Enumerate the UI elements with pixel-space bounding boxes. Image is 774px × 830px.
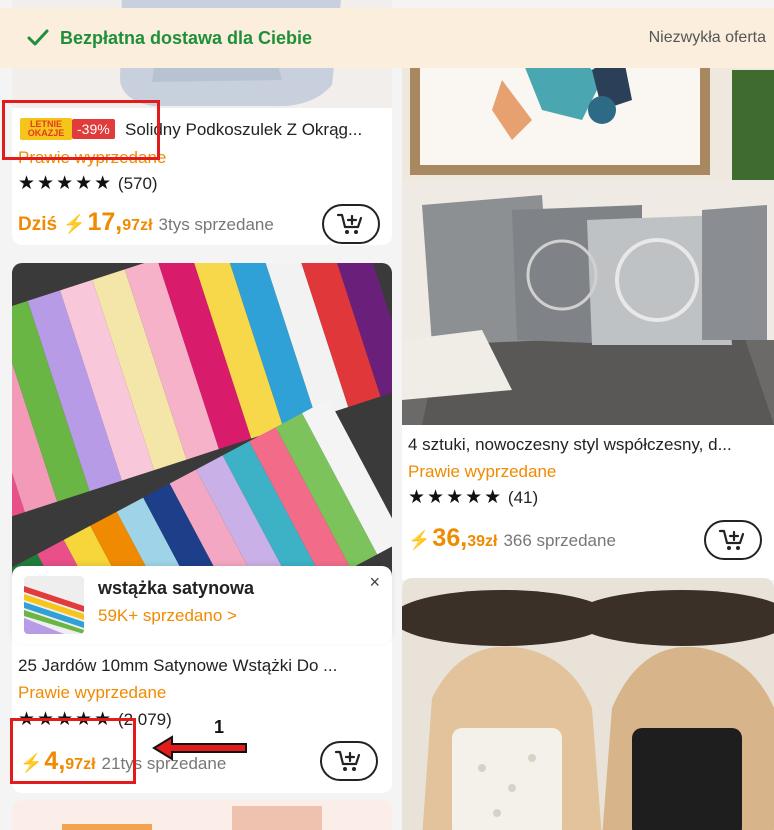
free-shipping-banner[interactable]: Bezpłatna dostawa dla Ciebie Niezwykła o… [0, 8, 774, 68]
price-prefix: Dziś [18, 214, 58, 235]
search-suggestion-popup[interactable]: wstążka satynowa 59K+ sprzedano > × [12, 566, 392, 644]
rating-stars: ★★★★★ [18, 173, 114, 194]
product-card-partial[interactable] [12, 800, 392, 830]
annotation-arrow-icon [152, 735, 247, 761]
stock-status: Prawie wyprzedane [18, 683, 167, 702]
check-icon [27, 29, 49, 46]
suggestion-title[interactable]: wstążka satynowa [98, 578, 254, 599]
price-decimal: 39zł [467, 533, 498, 550]
close-icon[interactable]: × [369, 572, 380, 593]
suggestion-thumbnail [24, 576, 84, 634]
product-title[interactable]: Solidny Podkoszulek Z Okrąg... [125, 120, 390, 140]
price-integer: 36, [432, 524, 468, 552]
banner-left-group: Bezpłatna dostawa dla Ciebie [26, 26, 312, 50]
cart-plus-icon [718, 529, 745, 550]
sold-count: 3tys sprzedane [158, 215, 274, 234]
add-to-cart-button[interactable] [320, 741, 378, 781]
product-image-ribbons[interactable] [12, 263, 392, 583]
cart-plus-icon [334, 750, 361, 771]
app-screen: 4 sztuki, nowoczesny styl współczesny, d… [0, 0, 774, 830]
special-offer-link[interactable]: Niezwykła oferta [649, 29, 766, 47]
product-image-tops[interactable] [402, 578, 774, 830]
rating-row: ★★★★★ (41) [408, 486, 538, 509]
add-to-cart-button[interactable] [704, 520, 762, 560]
stock-status: Prawie wyprzedane [408, 462, 557, 481]
annotation-box-price [10, 718, 136, 784]
bolt-icon: ⚡ [408, 530, 431, 550]
product-card-tops[interactable] [402, 578, 774, 830]
review-count: (41) [507, 488, 539, 507]
price-decimal: 97zł [122, 217, 153, 234]
product-image-pillows[interactable] [402, 40, 774, 425]
product-title[interactable]: 4 sztuki, nowoczesny styl współczesny, d… [408, 435, 768, 455]
rating-stars: ★★★★★ [408, 487, 504, 508]
product-card-ribbons[interactable]: 25 Jardów 10mm Satynowe Wstążki Do ... P… [12, 263, 392, 793]
sold-count: 366 sprzedane [503, 531, 616, 550]
suggestion-sold-link[interactable]: 59K+ sprzedano > [98, 606, 237, 626]
product-title[interactable]: 25 Jardów 10mm Satynowe Wstążki Do ... [18, 656, 386, 676]
price-integer: 17, [87, 208, 123, 236]
review-count: (570) [117, 174, 158, 193]
annotation-box-discount [2, 100, 160, 160]
add-to-cart-button[interactable] [322, 204, 380, 244]
cart-plus-icon [336, 213, 363, 234]
product-image-partial [12, 800, 392, 830]
product-card-pillows[interactable]: 4 sztuki, nowoczesny styl współczesny, d… [402, 40, 774, 580]
banner-title: Bezpłatna dostawa dla Ciebie [60, 27, 313, 48]
price-row: Dziś ⚡ 17, 97zł 3tys sprzedane [18, 208, 274, 237]
bolt-icon: ⚡ [63, 214, 86, 234]
price-row: ⚡ 36, 39zł 366 sprzedane [408, 524, 616, 553]
rating-row: ★★★★★ (570) [18, 172, 158, 195]
